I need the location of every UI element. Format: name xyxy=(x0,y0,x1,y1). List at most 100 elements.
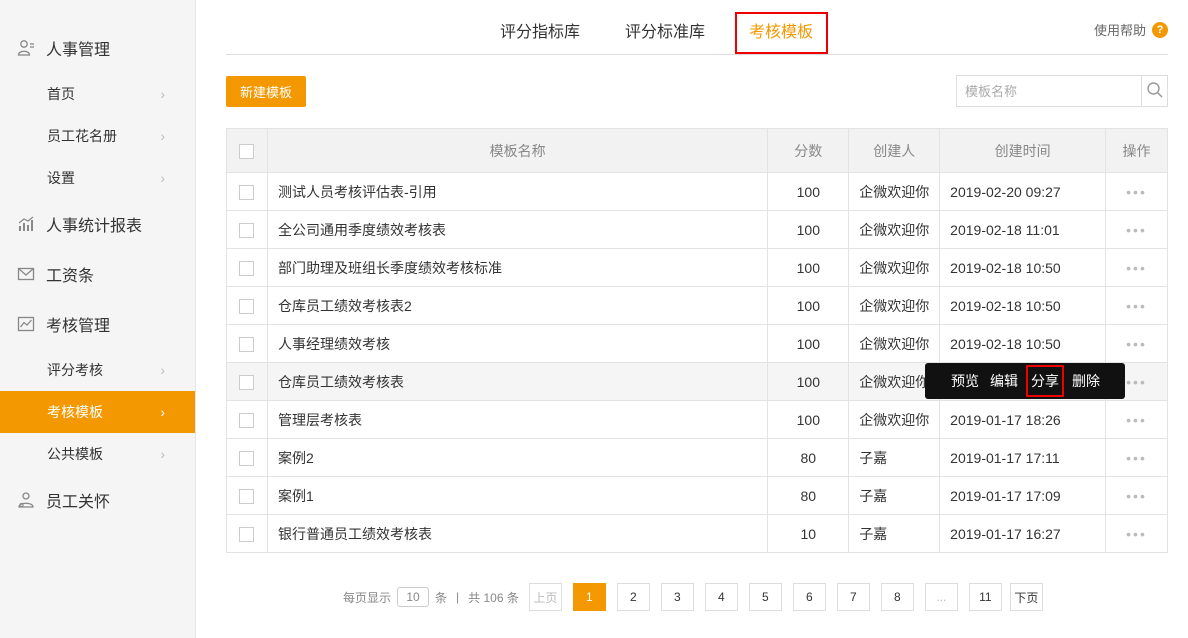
row-checkbox[interactable] xyxy=(239,298,255,314)
share-action[interactable]: 分享 xyxy=(1026,365,1064,397)
template-creator: 子嘉 xyxy=(848,476,941,515)
template-creator: 企微欢迎你 xyxy=(848,210,941,249)
header-select-all[interactable] xyxy=(226,128,268,173)
chevron-right-icon: › xyxy=(160,362,165,378)
row-checkbox[interactable] xyxy=(239,374,255,390)
page-button[interactable]: 11 xyxy=(968,583,1002,611)
sidebar-item-label: 设置 xyxy=(47,170,75,186)
page-button[interactable]: 8 xyxy=(880,583,914,611)
delete-action[interactable]: 删除 xyxy=(1072,371,1100,391)
sidebar-item-label: 公共模板 xyxy=(47,446,103,462)
column-header-actions: 操作 xyxy=(1105,128,1168,173)
sidebar-group-reports[interactable]: 人事统计报表 xyxy=(0,199,195,249)
sidebar-item-label: 首页 xyxy=(47,86,75,102)
row-checkbox[interactable] xyxy=(239,336,255,352)
template-name[interactable]: 仓库员工绩效考核表 xyxy=(266,362,769,401)
table-row: 管理层考核表 100 企微欢迎你 2019-01-17 18:26 ••• xyxy=(226,400,1168,439)
sidebar-item-templates[interactable]: 考核模板 › xyxy=(0,391,195,433)
template-name[interactable]: 管理层考核表 xyxy=(266,400,769,439)
select-all-checkbox[interactable] xyxy=(239,143,255,159)
sidebar-group-payslip[interactable]: 工资条 xyxy=(0,249,195,299)
template-name[interactable]: 测试人员考核评估表-引用 xyxy=(266,172,769,211)
sidebar-item-label: 评分考核 xyxy=(47,362,103,378)
template-time: 2019-02-18 11:01 xyxy=(939,210,1107,249)
template-score: 100 xyxy=(767,400,850,439)
template-name[interactable]: 案例1 xyxy=(266,476,769,515)
page-button[interactable]: 5 xyxy=(748,583,782,611)
page-button[interactable]: 2 xyxy=(616,583,650,611)
per-page-unit: 条 xyxy=(435,590,448,605)
more-actions-icon[interactable]: ••• xyxy=(1126,260,1147,276)
search-box xyxy=(956,75,1168,107)
page-button[interactable]: 4 xyxy=(704,583,738,611)
table-header: 模板名称 分数 创建人 创建时间 操作 xyxy=(226,128,1168,173)
template-score: 100 xyxy=(767,248,850,287)
sidebar-item-roster[interactable]: 员工花名册 › xyxy=(0,115,195,157)
template-time: 2019-01-17 16:27 xyxy=(939,514,1107,553)
sidebar-item-scoring[interactable]: 评分考核 › xyxy=(0,349,195,391)
template-name[interactable]: 全公司通用季度绩效考核表 xyxy=(266,210,769,249)
help-link[interactable]: 使用帮助 ? xyxy=(1094,20,1168,39)
person-icon xyxy=(16,38,36,58)
new-template-button[interactable]: 新建模板 xyxy=(226,76,306,107)
row-checkbox[interactable] xyxy=(239,488,255,504)
sidebar-group-hr[interactable]: 人事管理 xyxy=(0,23,195,73)
column-header-creator: 创建人 xyxy=(848,128,941,173)
page-button[interactable]: 3 xyxy=(660,583,694,611)
row-checkbox[interactable] xyxy=(239,450,255,466)
row-checkbox[interactable] xyxy=(239,526,255,542)
sidebar-group-care[interactable]: 员工关怀 xyxy=(0,475,195,525)
template-name[interactable]: 仓库员工绩效考核表2 xyxy=(266,286,769,325)
per-page-select[interactable]: 10 xyxy=(397,587,430,607)
table-row: 测试人员考核评估表-引用 100 企微欢迎你 2019-02-20 09:27 … xyxy=(226,172,1168,211)
more-actions-icon[interactable]: ••• xyxy=(1126,222,1147,238)
tab-indicator-library[interactable]: 评分指标库 xyxy=(500,18,580,42)
template-name[interactable]: 银行普通员工绩效考核表 xyxy=(266,514,769,553)
sidebar-item-settings[interactable]: 设置 › xyxy=(0,157,195,199)
search-button[interactable] xyxy=(1141,76,1167,106)
sidebar: 人事管理 首页 › 员工花名册 › 设置 › 人事统计报表 工资条 考核管理 评… xyxy=(0,0,196,638)
more-actions-icon[interactable]: ••• xyxy=(1126,374,1147,390)
help-label: 使用帮助 xyxy=(1093,23,1146,38)
table-row: 案例1 80 子嘉 2019-01-17 17:09 ••• xyxy=(226,476,1168,515)
sidebar-item-public-templates[interactable]: 公共模板 › xyxy=(0,433,195,475)
row-checkbox[interactable] xyxy=(239,412,255,428)
chevron-right-icon: › xyxy=(160,170,165,186)
prev-page-button[interactable]: 上页 xyxy=(528,583,562,611)
column-header-time: 创建时间 xyxy=(939,128,1107,173)
row-checkbox[interactable] xyxy=(239,260,255,276)
next-page-button[interactable]: 下页 xyxy=(1009,583,1043,611)
more-actions-icon[interactable]: ••• xyxy=(1126,526,1147,542)
pagination: 每页显示 10 条 | 共 106 条 上页 1 2 3 4 5 6 7 8 .… xyxy=(343,582,1043,612)
edit-action[interactable]: 编辑 xyxy=(990,371,1018,391)
search-input[interactable] xyxy=(957,76,1141,106)
row-checkbox[interactable] xyxy=(239,184,255,200)
column-header-name: 模板名称 xyxy=(266,128,769,173)
template-score: 100 xyxy=(767,286,850,325)
template-creator: 子嘉 xyxy=(848,438,941,477)
more-actions-icon[interactable]: ••• xyxy=(1126,412,1147,428)
row-action-menu: 预览 编辑 分享 删除 xyxy=(925,363,1125,399)
table-row: 人事经理绩效考核 100 企微欢迎你 2019-02-18 10:50 ••• xyxy=(226,324,1168,363)
page-button[interactable]: 7 xyxy=(836,583,870,611)
template-creator: 子嘉 xyxy=(848,514,941,553)
tab-standard-library[interactable]: 评分标准库 xyxy=(625,18,705,42)
more-actions-icon[interactable]: ••• xyxy=(1126,298,1147,314)
template-name[interactable]: 人事经理绩效考核 xyxy=(266,324,769,363)
sidebar-group-assessment[interactable]: 考核管理 xyxy=(0,299,195,349)
more-actions-icon[interactable]: ••• xyxy=(1126,336,1147,352)
template-time: 2019-02-18 10:50 xyxy=(939,286,1107,325)
more-actions-icon[interactable]: ••• xyxy=(1126,184,1147,200)
sidebar-item-home[interactable]: 首页 › xyxy=(0,73,195,115)
more-actions-icon[interactable]: ••• xyxy=(1126,488,1147,504)
template-name[interactable]: 部门助理及班组长季度绩效考核标准 xyxy=(266,248,769,287)
template-name[interactable]: 案例2 xyxy=(266,438,769,477)
template-time: 2019-02-18 10:50 xyxy=(939,248,1107,287)
more-actions-icon[interactable]: ••• xyxy=(1126,450,1147,466)
preview-action[interactable]: 预览 xyxy=(951,371,979,391)
row-checkbox[interactable] xyxy=(239,222,255,238)
page-button[interactable]: 6 xyxy=(792,583,826,611)
care-person-icon xyxy=(16,490,36,510)
template-creator: 企微欢迎你 xyxy=(848,172,941,211)
page-button[interactable]: 1 xyxy=(572,583,606,611)
